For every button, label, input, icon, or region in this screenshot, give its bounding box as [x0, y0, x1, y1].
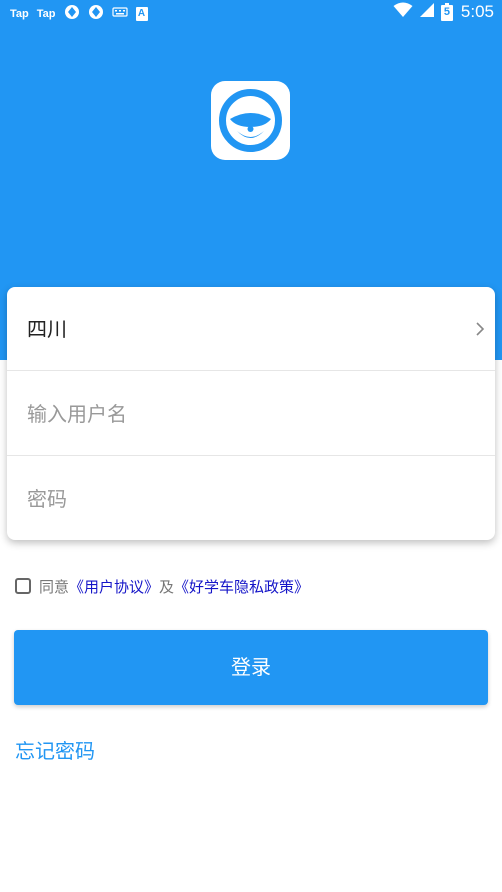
username-input[interactable] — [27, 392, 467, 436]
login-button[interactable]: 登录 — [14, 630, 488, 705]
username-row — [7, 372, 495, 456]
battery-level: 5 — [443, 6, 450, 18]
sync-icon — [88, 4, 104, 23]
a-badge-icon: A — [135, 6, 148, 21]
taptap-notification-label: Tap — [10, 7, 29, 20]
agreement-row: 同意 《用户协议》 及 《好学车隐私政策》 — [15, 575, 309, 597]
login-form-card: 四川 — [7, 287, 495, 540]
notification-icons: Tap Tap A — [10, 4, 148, 23]
privacy-policy-link[interactable]: 《好学车隐私政策》 — [174, 576, 309, 597]
app-logo — [211, 81, 290, 160]
wifi-icon — [393, 2, 413, 22]
region-selector[interactable]: 四川 — [7, 287, 495, 371]
region-value: 四川 — [27, 317, 67, 341]
agreement-and: 及 — [159, 577, 175, 596]
sync-icon — [64, 4, 80, 23]
password-row — [7, 457, 495, 541]
status-bar: Tap Tap A 5 5:05 — [0, 0, 502, 26]
clock: 5:05 — [460, 2, 494, 21]
keyboard-icon — [111, 6, 128, 21]
battery-icon: 5 — [440, 3, 453, 21]
forgot-password-link[interactable]: 忘记密码 — [15, 735, 95, 764]
agreement-checkbox[interactable] — [15, 578, 31, 594]
agreement-prefix: 同意 — [39, 577, 70, 596]
user-agreement-link[interactable]: 《用户协议》 — [69, 576, 159, 597]
chevron-right-icon — [475, 321, 485, 340]
password-input[interactable] — [27, 477, 467, 521]
taptap-notification-label: Tap — [36, 7, 56, 20]
system-indicators: 5 5:05 — [393, 2, 494, 22]
signal-icon — [419, 2, 435, 22]
steering-wheel-icon — [219, 89, 282, 152]
